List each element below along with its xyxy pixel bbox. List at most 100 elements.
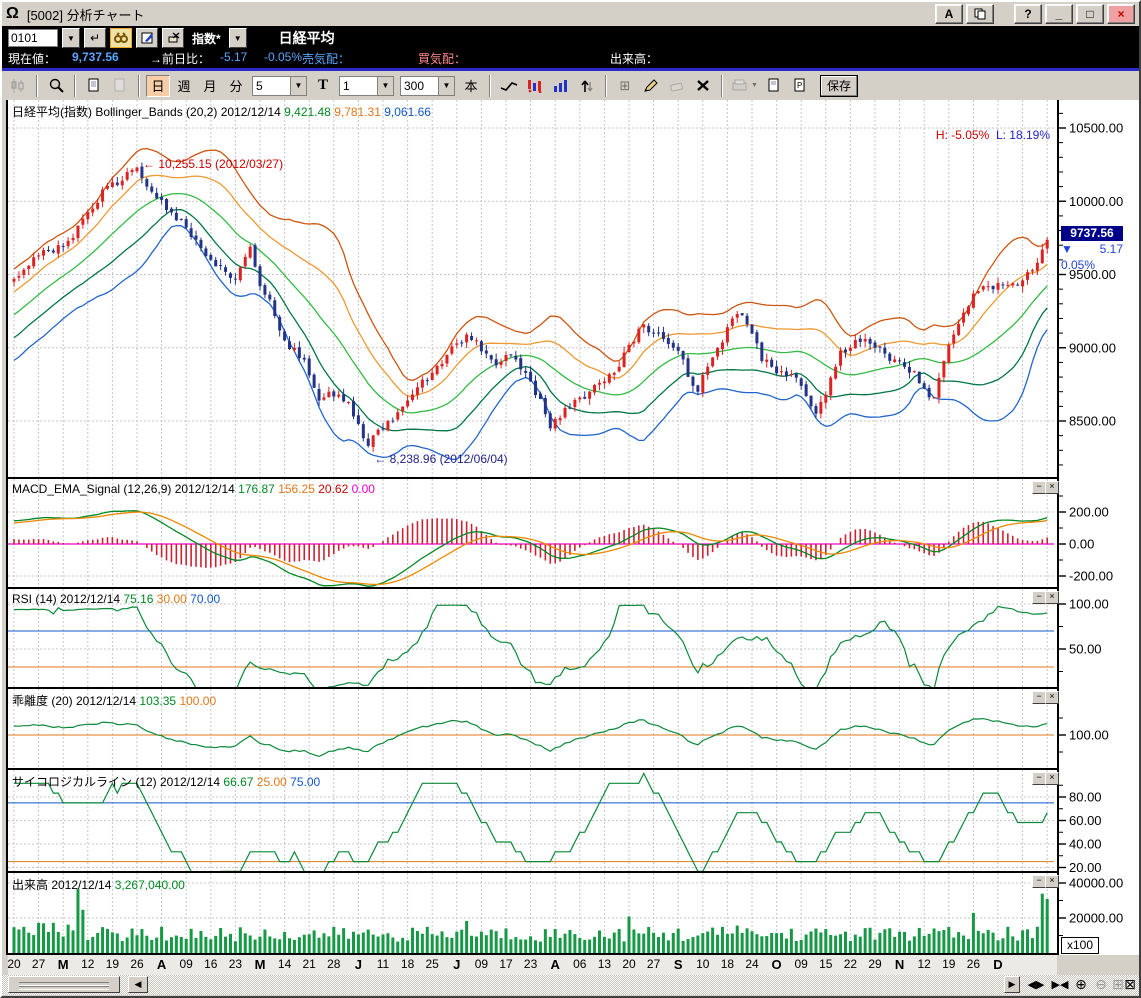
- bar-count-dropdown[interactable]: 300 ▼: [400, 76, 455, 96]
- x-axis-label: 14: [272, 957, 298, 971]
- x-axis-label: S: [665, 957, 691, 972]
- clear-button[interactable]: [162, 28, 184, 48]
- scrollbar-thumb[interactable]: [8, 976, 120, 993]
- toolbar-separator: [605, 75, 607, 97]
- window-copy-button[interactable]: [966, 4, 994, 24]
- panel-close-button[interactable]: ×: [1045, 875, 1059, 888]
- panel-minimize-button[interactable]: −: [1032, 875, 1046, 888]
- change-pct: -0.05%: [264, 50, 302, 64]
- volume-label: 出来高：: [610, 50, 658, 67]
- zoom-out-button[interactable]: ⊖: [1092, 976, 1110, 993]
- font-button[interactable]: A: [935, 4, 963, 24]
- kairi-panel-header: 乖離度 (20) 2012/12/14 103.35 100.00: [12, 692, 216, 709]
- minimize-button[interactable]: _: [1045, 4, 1073, 24]
- help-button[interactable]: ?: [1014, 4, 1042, 24]
- scroll-right-button[interactable]: ▶: [1004, 976, 1020, 993]
- symbol-input[interactable]: 0101: [8, 29, 58, 47]
- expand-horizontal-button[interactable]: ◀▶: [1024, 976, 1048, 993]
- search-button[interactable]: [110, 28, 132, 48]
- header-segment: 9,421.48: [284, 105, 334, 119]
- hl-label: L: 18.19%: [989, 128, 1050, 142]
- delete-all-button[interactable]: [691, 75, 715, 97]
- header-segment: 66.67: [223, 775, 256, 789]
- bar-count-value: 300: [401, 79, 438, 93]
- x-axis-label: 16: [198, 957, 224, 971]
- header-segment: 176.87: [238, 482, 278, 496]
- x-axis-label: 17: [493, 957, 519, 971]
- erase-drawing-button[interactable]: [665, 75, 689, 97]
- magnifier-icon: [48, 78, 65, 94]
- x-axis-label: 19: [936, 957, 962, 971]
- edit-button[interactable]: [136, 28, 158, 48]
- axis-tick-label: 10500.00: [1069, 121, 1123, 136]
- copy-page-button[interactable]: [82, 75, 106, 97]
- x-axis-label: 22: [837, 957, 863, 971]
- window-title: [5002] 分析チャート: [27, 5, 145, 24]
- x-axis-label: 26: [124, 957, 150, 971]
- header-segment: 30.00: [157, 592, 190, 606]
- category-dropdown-button[interactable]: ▼: [229, 28, 247, 48]
- save-button[interactable]: 保存: [820, 75, 858, 97]
- period-day-button[interactable]: 日: [146, 75, 170, 97]
- x-axis-label: 24: [739, 957, 765, 971]
- close-panel-button[interactable]: ⊠: [1122, 976, 1138, 993]
- axis-tick-label: -200.00: [1069, 569, 1113, 584]
- period-minute-button[interactable]: 分: [224, 75, 248, 97]
- paste-page-button[interactable]: [108, 75, 132, 97]
- chevron-down-icon: ▼: [751, 82, 758, 89]
- panel-minimize-button[interactable]: −: [1032, 772, 1046, 785]
- symbol-row: 0101 ▼ ↵ 指数* ▼ 日経平均: [8, 28, 335, 48]
- line-chart-icon: [500, 79, 518, 93]
- scroll-left-button[interactable]: ◀: [128, 976, 148, 993]
- symbol-dropdown-button[interactable]: ▼: [62, 28, 80, 48]
- grid-toggle-button[interactable]: ⊞: [613, 75, 637, 97]
- period-month-button[interactable]: 月: [198, 75, 222, 97]
- x-axis-label: 20: [1, 957, 27, 971]
- chevron-down-icon: ▼: [377, 77, 393, 95]
- draw-tool-button[interactable]: [639, 75, 663, 97]
- zoom-in-button[interactable]: ⊕: [1072, 976, 1090, 993]
- candle-volume-button[interactable]: [523, 75, 547, 97]
- copy-image-button[interactable]: [762, 75, 786, 97]
- tick-mode-button[interactable]: T: [311, 75, 335, 97]
- candlestick-mode-button[interactable]: [6, 75, 30, 97]
- instrument-name: 日経平均: [279, 28, 335, 48]
- print-button[interactable]: ▼: [729, 75, 760, 97]
- panel-minimize-button[interactable]: −: [1032, 481, 1046, 494]
- x-axis-label: J: [345, 957, 371, 972]
- line-chart-button[interactable]: [497, 75, 521, 97]
- x-axis-label: 26: [960, 957, 986, 971]
- period-week-button[interactable]: 週: [172, 75, 196, 97]
- category-select-value[interactable]: 指数*: [188, 30, 225, 47]
- copy-data-button[interactable]: P: [788, 75, 812, 97]
- panel-minimize-button[interactable]: −: [1032, 691, 1046, 704]
- toolbar-separator: [138, 75, 140, 97]
- bar-chart-button[interactable]: [549, 75, 573, 97]
- enter-button[interactable]: ↵: [84, 28, 106, 48]
- axis-tick-label: 20.00: [1069, 860, 1102, 875]
- tick-interval-dropdown[interactable]: 1 ▼: [339, 76, 394, 96]
- axis-tick-label: 10000.00: [1069, 194, 1123, 209]
- minute-interval-dropdown[interactable]: 5 ▼: [252, 76, 307, 96]
- zoom-tool-button[interactable]: [44, 75, 68, 97]
- panel-minimize-button[interactable]: −: [1032, 591, 1046, 604]
- panel-close-button[interactable]: ×: [1045, 772, 1059, 785]
- zoom-in-icon: ⊕: [1075, 976, 1087, 993]
- horizontal-scrollbar[interactable]: ◀ ▶ ◀▶ ▶◀ ⊕ ⊖ ⊞ ⊠: [2, 975, 1139, 995]
- panel-close-button[interactable]: ×: [1045, 591, 1059, 604]
- maximize-button[interactable]: □: [1076, 4, 1104, 24]
- panel-close-button[interactable]: ×: [1045, 691, 1059, 704]
- scale-updown-button[interactable]: [575, 75, 599, 97]
- panel-close-button[interactable]: ×: [1045, 481, 1059, 494]
- main-price-chart[interactable]: ← 10,255.15 (2012/03/27)← 8,238.96 (2012…: [8, 100, 1057, 477]
- x-axis-label: 12: [75, 957, 101, 971]
- x-axis-label: O: [764, 957, 790, 972]
- axis-tick-label: 100.00: [1069, 728, 1109, 743]
- axis-tick-label: 80.00: [1069, 790, 1102, 805]
- header-segment: 9,781.31: [334, 105, 384, 119]
- x-axis-label: 09: [468, 957, 494, 971]
- compress-horizontal-button[interactable]: ▶◀: [1050, 976, 1070, 993]
- close-button[interactable]: ×: [1107, 4, 1135, 24]
- x-axis-label: 11: [370, 957, 396, 971]
- boxed-x-icon: ⊠: [1124, 976, 1136, 993]
